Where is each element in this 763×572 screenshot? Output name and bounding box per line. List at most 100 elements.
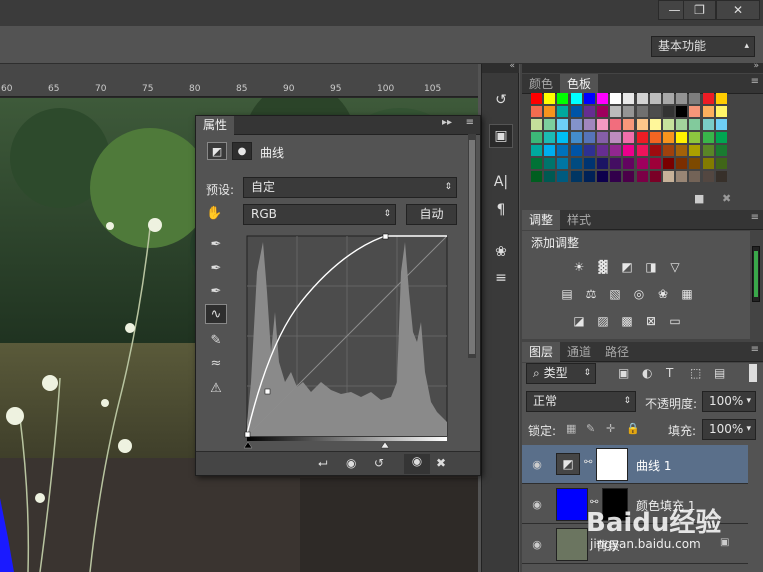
color-swatch[interactable] <box>544 171 556 182</box>
view-previous-state-icon[interactable]: ◉ <box>346 456 356 470</box>
pencil-icon[interactable]: ✎ <box>205 330 227 350</box>
layer-filter-select[interactable]: ⌕ 类型 ⇕ <box>526 363 596 384</box>
preset-select[interactable]: 自定 ⇕ <box>243 177 457 198</box>
color-swatch[interactable] <box>583 158 595 169</box>
curve-point-tool-icon[interactable]: ∿ <box>205 304 227 324</box>
background-thumbnail[interactable] <box>556 528 588 561</box>
color-swatch[interactable] <box>702 171 714 182</box>
tab-channels[interactable]: 通道 <box>560 342 598 362</box>
color-swatch[interactable] <box>570 171 582 182</box>
color-balance-icon[interactable]: ⚖ <box>582 286 600 302</box>
history-icon[interactable]: ↺ <box>489 88 513 112</box>
color-swatch[interactable] <box>610 106 622 117</box>
tab-color[interactable]: 颜色 <box>522 74 560 94</box>
color-swatch[interactable] <box>531 145 542 156</box>
color-swatch[interactable] <box>715 145 727 156</box>
color-swatch[interactable] <box>557 93 569 104</box>
restore-button[interactable]: ❐ <box>683 0 716 20</box>
curves-graph-svg[interactable] <box>241 232 452 450</box>
color-swatch[interactable] <box>676 119 688 130</box>
color-swatch[interactable] <box>663 119 674 130</box>
hue-saturation-icon[interactable]: ▤ <box>558 286 576 302</box>
lock-brush-icon[interactable]: ✎ <box>586 422 595 435</box>
color-swatch[interactable] <box>689 171 701 182</box>
properties-scrollbar[interactable] <box>468 134 476 358</box>
color-swatch[interactable] <box>663 145 674 156</box>
exposure-icon[interactable]: ◨ <box>642 259 660 275</box>
swatch-grid[interactable] <box>531 93 741 183</box>
color-swatch[interactable] <box>649 145 661 156</box>
tab-layers[interactable]: 图层 <box>522 342 561 362</box>
black-white-icon[interactable]: ▧ <box>606 286 624 302</box>
color-swatch[interactable] <box>636 158 648 169</box>
color-swatch[interactable] <box>649 119 661 130</box>
color-swatch[interactable] <box>544 145 556 156</box>
color-swatch[interactable] <box>583 93 595 104</box>
fill-input[interactable]: 100% ▾ <box>702 419 756 440</box>
expand-icon[interactable]: ▸▸ <box>442 117 452 128</box>
color-swatch[interactable] <box>597 158 608 169</box>
panel-menu-icon[interactable]: ≡ <box>751 76 759 87</box>
color-swatch[interactable] <box>636 145 648 156</box>
color-swatch[interactable] <box>544 93 556 104</box>
close-button[interactable]: ✕ <box>716 0 760 20</box>
blend-mode-select[interactable]: 正常 ⇕ <box>526 391 636 412</box>
tab-swatches[interactable]: 色板 <box>560 74 599 94</box>
tab-properties[interactable]: 属性 <box>196 116 235 135</box>
scroll-thumb[interactable] <box>469 140 475 354</box>
color-swatch[interactable] <box>557 145 569 156</box>
clip-to-layer-icon[interactable]: ⮠ <box>318 456 328 471</box>
color-swatch[interactable] <box>663 158 674 169</box>
color-swatch[interactable] <box>623 93 635 104</box>
new-swatch-icon[interactable]: ■ <box>694 192 704 205</box>
color-swatch[interactable] <box>702 145 714 156</box>
eye-icon[interactable]: ◉ <box>527 454 547 474</box>
color-swatch[interactable] <box>676 145 688 156</box>
tab-paths[interactable]: 路径 <box>598 342 636 362</box>
color-swatch[interactable] <box>676 132 688 143</box>
workspace-select[interactable]: 基本功能 ▴ <box>651 36 755 57</box>
channel-select[interactable]: RGB ⇕ <box>243 204 396 225</box>
color-swatch[interactable] <box>715 106 727 117</box>
eye-icon[interactable]: ◉ <box>527 494 547 514</box>
color-swatch[interactable] <box>610 132 622 143</box>
eyedropper-black-icon[interactable]: ✒ <box>205 234 227 254</box>
color-swatch[interactable] <box>544 119 556 130</box>
color-swatch[interactable] <box>689 93 701 104</box>
invert-icon[interactable]: ◪ <box>570 313 588 329</box>
color-swatch[interactable] <box>636 171 648 182</box>
color-swatch[interactable] <box>689 145 701 156</box>
target-adjust-hand-icon[interactable]: ✋ <box>206 206 222 221</box>
color-swatch[interactable] <box>636 106 648 117</box>
visibility-toggle-icon[interactable]: ◉ <box>404 454 430 474</box>
color-swatch[interactable] <box>636 119 648 130</box>
trash-icon[interactable]: ✖ <box>436 456 446 470</box>
color-swatch[interactable] <box>597 106 608 117</box>
scroll-thumb[interactable] <box>754 251 758 297</box>
color-swatch[interactable] <box>636 132 648 143</box>
color-swatch[interactable] <box>531 158 542 169</box>
color-swatch[interactable] <box>583 145 595 156</box>
curves-adjustment-icon[interactable]: ◩ <box>207 142 227 160</box>
color-swatch[interactable] <box>702 106 714 117</box>
color-swatch[interactable] <box>689 106 701 117</box>
color-swatch[interactable] <box>610 93 622 104</box>
clipping-warning-icon[interactable]: ⚠ <box>205 378 227 398</box>
threshold-icon[interactable]: ▩ <box>618 313 636 329</box>
color-swatch[interactable] <box>544 132 556 143</box>
color-swatch[interactable] <box>557 158 569 169</box>
levels-icon[interactable]: ▓ <box>594 259 612 275</box>
color-swatch[interactable] <box>531 93 542 104</box>
panel-menu-icon[interactable]: ≡ <box>466 117 474 128</box>
color-swatch[interactable] <box>689 158 701 169</box>
color-swatch[interactable] <box>663 132 674 143</box>
color-swatch[interactable] <box>623 119 635 130</box>
tool-presets-icon[interactable]: ≡ <box>489 266 513 290</box>
color-swatch[interactable] <box>715 119 727 130</box>
eyedropper-white-icon[interactable]: ✒ <box>205 281 227 301</box>
color-swatch[interactable] <box>557 171 569 182</box>
color-swatch[interactable] <box>649 132 661 143</box>
link-icon[interactable]: ⚯ <box>584 457 592 468</box>
filter-pixel-icon[interactable]: ▣ <box>618 366 629 380</box>
color-swatch[interactable] <box>715 93 727 104</box>
